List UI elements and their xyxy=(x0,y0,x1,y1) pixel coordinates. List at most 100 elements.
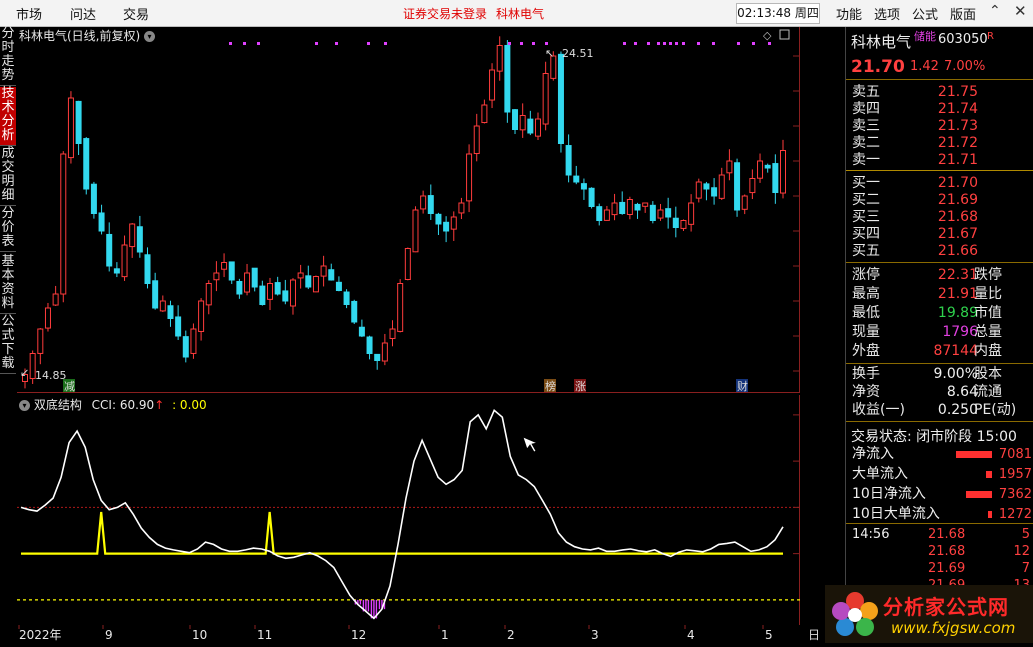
bid-label: 买一 xyxy=(852,175,880,191)
candle-body xyxy=(504,44,511,113)
candle-body xyxy=(672,217,679,228)
candle-body xyxy=(749,178,756,194)
tab-price-table[interactable]: 分价表 xyxy=(0,207,16,252)
ask-price: 21.72 xyxy=(937,135,978,151)
menu-trade[interactable]: 交易 xyxy=(123,4,149,23)
menu-market[interactable]: 市场 xyxy=(16,4,42,23)
ask-label: 卖五 xyxy=(852,84,880,100)
tick-row[interactable]: 21.68 12 xyxy=(852,543,1032,560)
candle-body xyxy=(703,183,710,190)
candle-body xyxy=(466,153,473,202)
ask-row[interactable]: 卖一 21.71 xyxy=(852,152,1032,169)
divider xyxy=(846,79,1033,80)
date-tick-label: 3 xyxy=(591,628,599,642)
dropdown-icon[interactable]: ▾ xyxy=(144,31,156,42)
kline-chart-svg[interactable]: 24.0023.0022.0021.0020.0019.0018.0017.00… xyxy=(17,27,847,393)
stat-label-2: PE(动) xyxy=(974,402,1017,418)
menu-options[interactable]: 选项 xyxy=(874,4,900,23)
pct-change: 7.00% xyxy=(944,59,986,74)
indicator-title[interactable]: ▾ 双底结构 CCI: 60.90↑ : 0.00 xyxy=(19,396,207,413)
divider xyxy=(846,363,1033,364)
tab-trade-detail[interactable]: 成交明细 xyxy=(0,147,16,206)
candle-body xyxy=(259,285,266,305)
bid-row[interactable]: 买一 21.70 xyxy=(852,175,1032,192)
kline-chart-area[interactable]: 24.0023.0022.0021.0020.0019.0018.0017.00… xyxy=(17,27,847,393)
candle-body xyxy=(159,300,166,312)
signal-dot xyxy=(623,42,626,45)
tab-label: 分时走势 xyxy=(1,26,15,83)
high-price-label: 24.51 xyxy=(562,47,594,60)
candle-body xyxy=(680,220,687,229)
candle-body xyxy=(244,272,251,293)
tab-technical[interactable]: 技术分析 xyxy=(0,87,16,146)
fund-flow-label: 净流入 xyxy=(852,446,894,462)
bid-row[interactable]: 买二 21.69 xyxy=(852,192,1032,209)
candle-body xyxy=(282,290,289,302)
bid-row[interactable]: 买五 21.66 xyxy=(852,243,1032,260)
candle-body xyxy=(67,97,74,159)
left-tab-strip: 分时走势 技术分析 成交明细 分价表 基本资料 公式下载 xyxy=(0,27,17,407)
tab-formula-download[interactable]: 公式下载 xyxy=(0,315,16,374)
candle-body xyxy=(106,233,113,267)
candle-body xyxy=(343,291,350,305)
low-marker-arrow: ↙ xyxy=(20,366,29,379)
tick-row[interactable]: 14:56 21.68 5 xyxy=(852,526,1032,543)
bid-row[interactable]: 买三 21.68 xyxy=(852,209,1032,226)
bid-row[interactable]: 买四 21.67 xyxy=(852,226,1032,243)
candle-body xyxy=(450,216,457,230)
candle-body xyxy=(695,181,702,199)
divider xyxy=(846,170,1033,171)
tab-intraday[interactable]: 分时走势 xyxy=(0,27,16,86)
login-notice[interactable]: 证券交易未登录 xyxy=(403,5,487,22)
candle-body xyxy=(565,145,572,176)
chart-title[interactable]: 科林电气(日线,前复权) ▾ xyxy=(19,27,156,44)
stat-row: 收益(一) 0.250 PE(动) xyxy=(852,402,1032,419)
date-tick-label: 2022年 xyxy=(19,628,62,642)
tab-label: 分价表 xyxy=(1,206,15,249)
menu-wenda[interactable]: 问达 xyxy=(70,4,96,23)
divider xyxy=(846,523,1033,524)
candle-body xyxy=(534,118,541,137)
period-label[interactable]: 日 xyxy=(808,626,820,643)
tab-label: 技术分析 xyxy=(1,86,15,143)
candle-body xyxy=(312,276,319,293)
ask-row[interactable]: 卖二 21.72 xyxy=(852,135,1032,152)
stock-code: 603050 xyxy=(938,32,988,47)
fund-flow-label: 大单流入 xyxy=(852,466,908,482)
candle-body xyxy=(634,203,641,211)
tick-price: 21.68 xyxy=(928,527,966,542)
stat-label-2: 跌停 xyxy=(974,267,1002,283)
date-tick-label: 11 xyxy=(257,628,272,642)
menu-formula[interactable]: 公式 xyxy=(912,4,938,23)
indicator-name: 双底结构 xyxy=(33,398,82,412)
indicator-chart-area[interactable]: 300.0200.0100.00.00 ▾ 双底结构 CCI: 60.90↑ :… xyxy=(17,395,847,625)
diamond-icon[interactable]: ◇ xyxy=(763,29,772,42)
menu-function[interactable]: 功能 xyxy=(836,4,862,23)
stat-row: 换手 9.00% 股本 xyxy=(852,366,1032,383)
date-tick-label: 2 xyxy=(507,628,515,642)
dropdown-icon[interactable]: ▾ xyxy=(19,400,30,411)
tick-row[interactable]: 21.69 7 xyxy=(852,560,1032,577)
ask-row[interactable]: 卖四 21.74 xyxy=(852,101,1032,118)
chart-title-text: 科林电气(日线,前复权) xyxy=(19,29,141,43)
fund-flow-bar xyxy=(986,471,992,478)
sector-badge[interactable]: 储能 xyxy=(914,28,936,44)
tab-label: 成交明细 xyxy=(1,146,15,203)
menu-layout[interactable]: 版面 xyxy=(950,4,976,23)
flower-logo-icon xyxy=(832,592,878,636)
chevron-up-icon[interactable]: ⌃ xyxy=(989,3,1001,19)
signal-dot xyxy=(682,42,685,45)
tab-basic-info[interactable]: 基本资料 xyxy=(0,255,16,314)
maximize-icon[interactable] xyxy=(779,29,790,40)
close-icon[interactable]: ✕ xyxy=(1014,2,1027,20)
ask-row[interactable]: 卖三 21.73 xyxy=(852,118,1032,135)
candle-body xyxy=(328,269,335,281)
signal-dot xyxy=(257,42,260,45)
ask-label: 卖一 xyxy=(852,152,880,168)
ask-row[interactable]: 卖五 21.75 xyxy=(852,84,1032,101)
date-tick-label: 5 xyxy=(765,628,773,642)
candle-body xyxy=(580,183,587,190)
bid-price: 21.69 xyxy=(937,192,978,208)
badge-limit-up-label: 涨 xyxy=(575,380,586,393)
indicator-chart-svg[interactable]: 300.0200.0100.00.00 xyxy=(17,395,847,625)
